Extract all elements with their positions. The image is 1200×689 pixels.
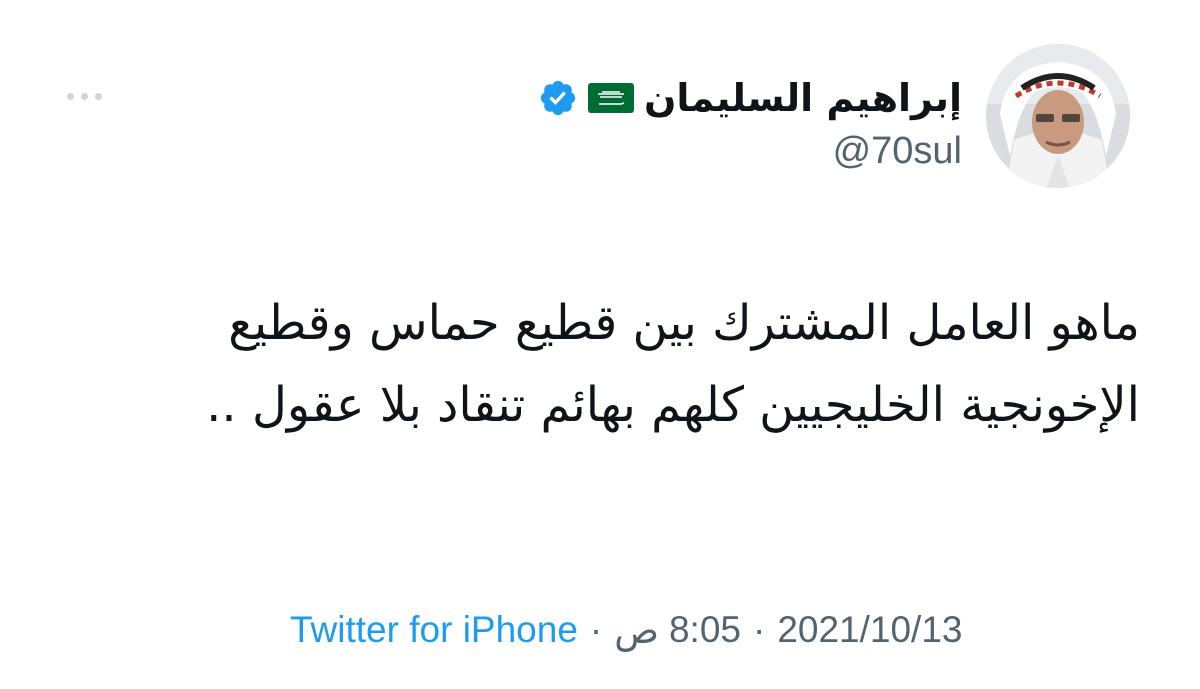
more-dot-icon xyxy=(94,92,102,100)
verified-badge-icon xyxy=(540,80,576,116)
author-identity[interactable]: إبراهيم السليمان @70sul xyxy=(538,70,962,173)
author-display-name[interactable]: إبراهيم السليمان xyxy=(644,76,962,120)
tweet-metadata: Twitter for iPhone · ص 8:05 · 2021/10/13 xyxy=(290,602,963,658)
tweet-time[interactable]: 8:05 xyxy=(669,609,741,651)
avatar[interactable] xyxy=(986,44,1130,188)
tweet-time-period: ص xyxy=(614,608,659,652)
separator-dot: · xyxy=(589,609,603,650)
saudi-flag-icon xyxy=(587,83,634,113)
separator-dot: · xyxy=(752,609,766,650)
tweet-date[interactable]: 2021/10/13 xyxy=(777,609,962,651)
tweet-source-link[interactable]: Twitter for iPhone xyxy=(290,609,578,651)
avatar-image xyxy=(986,44,1130,188)
more-dot-icon xyxy=(80,92,88,100)
author-name-row: إبراهيم السليمان xyxy=(538,70,962,126)
more-options-button[interactable] xyxy=(60,82,108,110)
more-dot-icon xyxy=(66,92,74,100)
tweet-text: ماهو العامل المشترك بين قطيع حماس وقطيع … xyxy=(206,295,1140,433)
tweet-card: إبراهيم السليمان @70sul ماهو العامل المش… xyxy=(0,0,1200,689)
author-handle[interactable]: @70sul xyxy=(538,130,962,173)
